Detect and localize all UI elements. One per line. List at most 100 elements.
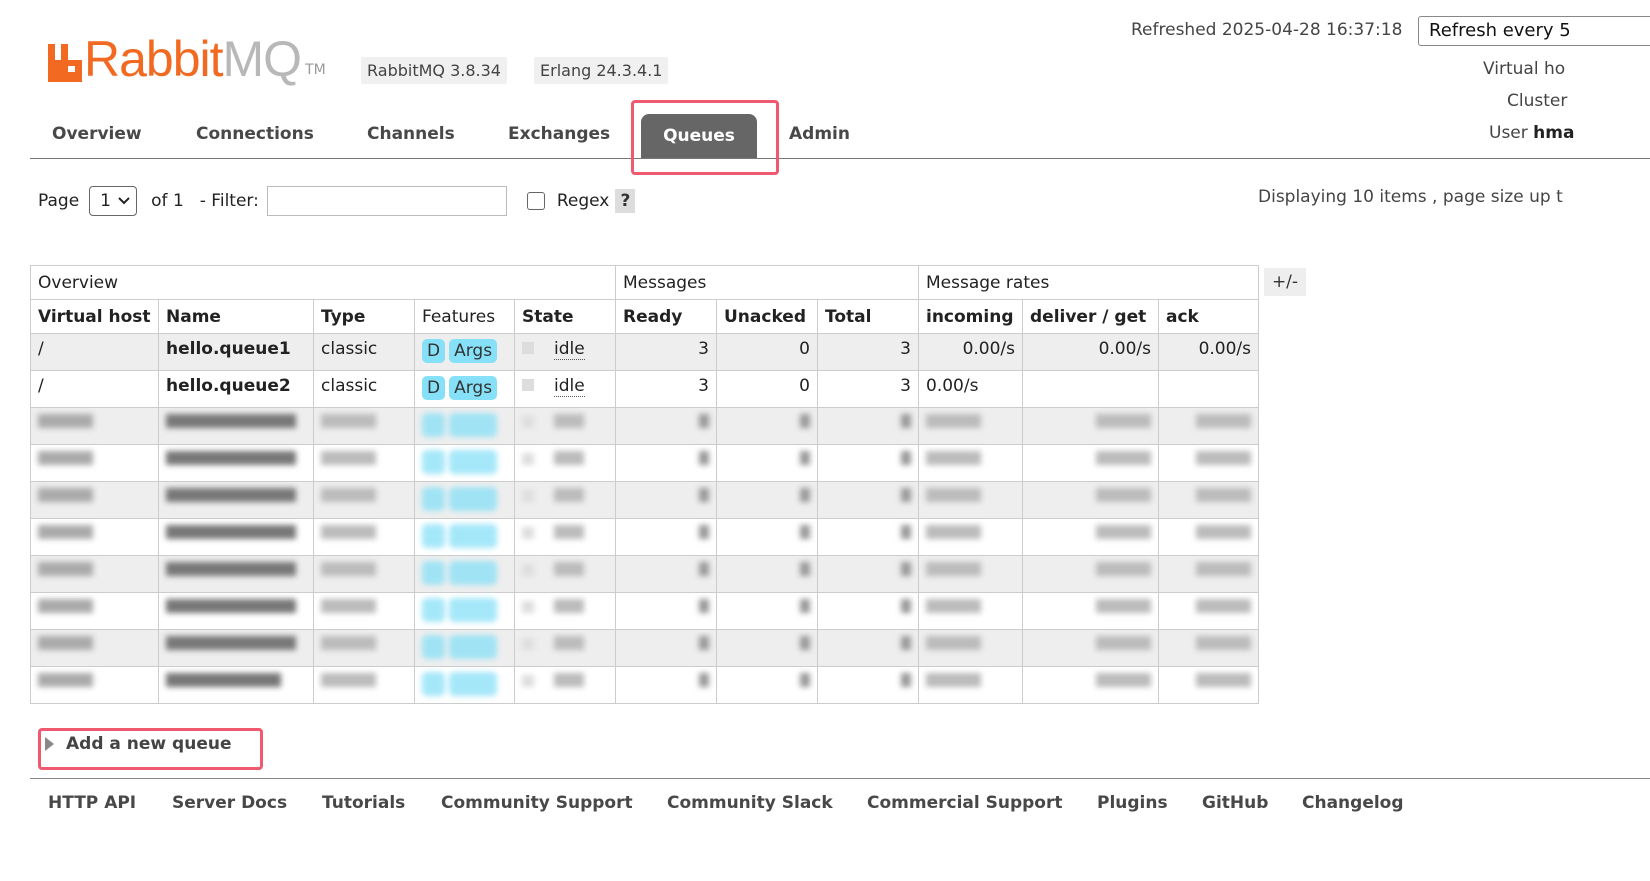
regex-checkbox[interactable] bbox=[526, 192, 545, 210]
chevron-down-icon bbox=[118, 197, 130, 205]
refreshed-timestamp: Refreshed 2025-04-28 16:37:18 bbox=[1131, 20, 1403, 40]
virtual-host-label: Virtual ho bbox=[1483, 59, 1566, 79]
col-total[interactable]: Total bbox=[817, 299, 919, 334]
col-ack[interactable]: ack bbox=[1158, 299, 1259, 334]
state-indicator-icon bbox=[522, 342, 534, 354]
tab-overview[interactable]: Overview bbox=[52, 124, 142, 144]
row-total: 3 bbox=[817, 333, 919, 371]
col-type[interactable]: Type bbox=[313, 299, 415, 334]
row-incoming: 0.00/s bbox=[918, 333, 1023, 371]
rabbitmq-logo[interactable]: Rabbit MQ TM bbox=[46, 31, 326, 87]
state-label: idle bbox=[554, 376, 585, 397]
page-label: Page bbox=[38, 191, 80, 211]
col-features: Features bbox=[414, 299, 515, 334]
row-ack bbox=[1158, 370, 1259, 408]
col-virtual-host[interactable]: Virtual host bbox=[30, 299, 159, 334]
row-ready: 3 bbox=[615, 333, 717, 371]
redacted-table-row[interactable]: DArgs bbox=[30, 407, 1259, 445]
row-vhost: / bbox=[30, 370, 159, 408]
table-column-header: Virtual host Name Type Features State Re… bbox=[30, 299, 1259, 334]
erlang-version-badge: Erlang 24.3.4.1 bbox=[534, 57, 669, 84]
main-nav-tabs: Overview Connections Channels Exchanges … bbox=[30, 114, 1650, 159]
footer-link-commercial-support[interactable]: Commercial Support bbox=[867, 793, 1063, 813]
row-queue-name[interactable]: hello.queue1 bbox=[158, 333, 314, 371]
row-queue-name[interactable]: hello.queue2 bbox=[158, 370, 314, 408]
redacted-table-row[interactable]: DArgs bbox=[30, 666, 1259, 704]
durable-tag: D bbox=[422, 376, 446, 400]
col-unacked[interactable]: Unacked bbox=[716, 299, 818, 334]
regex-label: Regex bbox=[556, 191, 610, 211]
footer-link-changelog[interactable]: Changelog bbox=[1302, 793, 1404, 813]
row-ack: 0.00/s bbox=[1158, 333, 1259, 371]
durable-tag: D bbox=[422, 339, 446, 363]
group-messages: Messages bbox=[615, 265, 919, 300]
tab-channels[interactable]: Channels bbox=[367, 124, 455, 144]
queues-tab-highlight bbox=[631, 100, 779, 175]
pagination-bar: Page 1 of 1 - Filter: Regex ? bbox=[38, 186, 636, 216]
footer-link-http-api[interactable]: HTTP API bbox=[48, 793, 136, 813]
rabbit-logo-icon bbox=[48, 44, 82, 82]
cluster-label: Cluster bbox=[1507, 91, 1568, 111]
row-unacked: 0 bbox=[716, 333, 818, 371]
rabbitmq-version-badge: RabbitMQ 3.8.34 bbox=[361, 57, 507, 84]
table-row[interactable]: / hello.queue1 classic D Args idle 3 0 3 … bbox=[30, 333, 1259, 371]
col-incoming[interactable]: incoming bbox=[918, 299, 1023, 334]
logo-text-mq: MQ bbox=[222, 31, 303, 87]
row-features: D Args bbox=[414, 370, 515, 408]
args-tag[interactable]: Args bbox=[449, 339, 498, 363]
add-queue-highlight bbox=[38, 728, 263, 770]
footer-link-plugins[interactable]: Plugins bbox=[1097, 793, 1168, 813]
footer-link-tutorials[interactable]: Tutorials bbox=[322, 793, 405, 813]
row-type: classic bbox=[313, 333, 415, 371]
group-message-rates: Message rates bbox=[918, 265, 1259, 300]
footer-link-community-support[interactable]: Community Support bbox=[441, 793, 633, 813]
col-name[interactable]: Name bbox=[158, 299, 314, 334]
state-label: idle bbox=[554, 339, 585, 360]
refresh-interval-select[interactable]: Refresh every 5 bbox=[1418, 16, 1650, 46]
table-group-header: Overview Messages Message rates bbox=[30, 265, 1259, 300]
page-select-value: 1 bbox=[100, 191, 111, 211]
redacted-table-row[interactable]: DArgs bbox=[30, 481, 1259, 519]
toggle-columns-button[interactable]: +/- bbox=[1264, 268, 1306, 296]
footer-link-community-slack[interactable]: Community Slack bbox=[667, 793, 833, 813]
queues-table: Overview Messages Message rates Virtual … bbox=[30, 265, 1259, 704]
tab-admin[interactable]: Admin bbox=[789, 124, 850, 144]
row-type: classic bbox=[313, 370, 415, 408]
row-ready: 3 bbox=[615, 370, 717, 408]
redacted-table-row[interactable]: DArgs bbox=[30, 592, 1259, 630]
regex-help-button[interactable]: ? bbox=[615, 189, 636, 213]
col-state[interactable]: State bbox=[514, 299, 616, 334]
filter-input[interactable] bbox=[266, 186, 507, 216]
tab-connections[interactable]: Connections bbox=[196, 124, 314, 144]
args-tag[interactable]: Args bbox=[449, 376, 498, 400]
tab-exchanges[interactable]: Exchanges bbox=[508, 124, 610, 144]
row-unacked: 0 bbox=[716, 370, 818, 408]
row-incoming: 0.00/s bbox=[918, 370, 1023, 408]
redacted-table-row[interactable]: DArgs bbox=[30, 629, 1259, 667]
row-total: 3 bbox=[817, 370, 919, 408]
refresh-interval-value: Refresh every 5 bbox=[1429, 20, 1571, 41]
logo-trademark: TM bbox=[305, 62, 326, 78]
group-overview: Overview bbox=[30, 265, 616, 300]
footer-links: HTTP API Server Docs Tutorials Community… bbox=[30, 778, 1650, 829]
row-features: D Args bbox=[414, 333, 515, 371]
row-vhost: / bbox=[30, 333, 159, 371]
row-state: idle bbox=[514, 370, 616, 408]
logo-text-rabbit: Rabbit bbox=[84, 31, 224, 87]
redacted-table-row[interactable]: DArgs bbox=[30, 555, 1259, 593]
row-deliver-get: 0.00/s bbox=[1022, 333, 1159, 371]
table-row[interactable]: / hello.queue2 classic D Args idle 3 0 3 … bbox=[30, 370, 1259, 408]
page-of-label: of 1 bbox=[151, 191, 184, 211]
footer-link-server-docs[interactable]: Server Docs bbox=[172, 793, 287, 813]
col-ready[interactable]: Ready bbox=[615, 299, 717, 334]
row-state: idle bbox=[514, 333, 616, 371]
displaying-items-label: Displaying 10 items , page size up t bbox=[1258, 187, 1563, 207]
row-deliver-get bbox=[1022, 370, 1159, 408]
footer-link-github[interactable]: GitHub bbox=[1202, 793, 1268, 813]
page-select[interactable]: 1 bbox=[89, 186, 138, 216]
redacted-table-row[interactable]: DArgs bbox=[30, 518, 1259, 556]
redacted-table-row[interactable]: DArgs bbox=[30, 444, 1259, 482]
state-indicator-icon bbox=[522, 379, 534, 391]
filter-label: - Filter: bbox=[199, 191, 259, 211]
col-deliver-get[interactable]: deliver / get bbox=[1022, 299, 1159, 334]
